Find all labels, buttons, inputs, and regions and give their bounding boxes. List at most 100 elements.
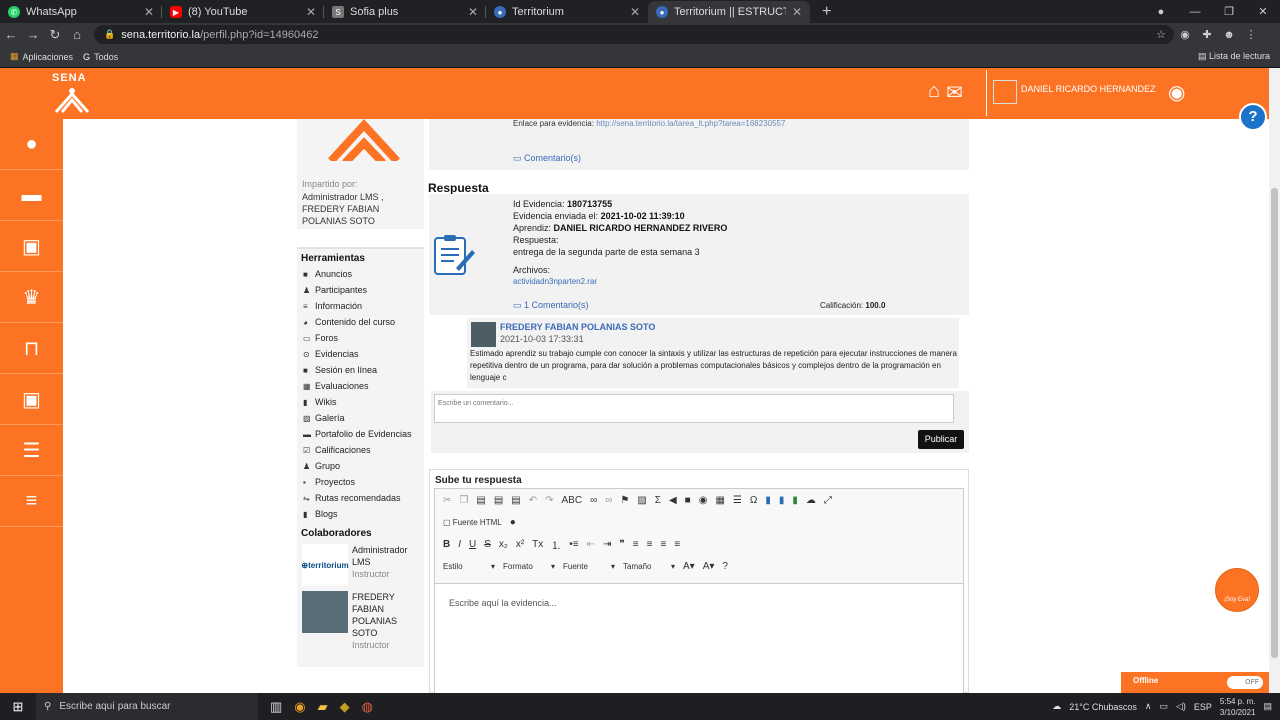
clear-format-icon[interactable]: Tx	[532, 539, 543, 550]
page-scrollbar[interactable]	[1269, 68, 1280, 693]
maximize-icon[interactable]: ⤢	[824, 495, 832, 506]
doc-icon[interactable]: ▮	[765, 495, 771, 506]
close-icon[interactable]: ✕	[630, 5, 640, 19]
tool-wikis[interactable]: ▮ Wikis	[297, 394, 424, 410]
star-icon[interactable]: ☆	[1156, 28, 1166, 41]
link-icon[interactable]: ∞	[590, 495, 597, 506]
quote-icon[interactable]: ❞	[619, 539, 624, 550]
tab-youtube[interactable]: ▶ (8) YouTube ✕	[162, 1, 324, 23]
puzzle-icon[interactable]: ✚	[1196, 28, 1218, 41]
collaborator-item[interactable]: ⊕territorium Administrador LMS Instructor	[301, 544, 424, 586]
help-button[interactable]: ?	[1239, 103, 1267, 131]
chevron-up-icon[interactable]: ∧	[1145, 701, 1152, 712]
unlink-icon[interactable]: ∞	[605, 495, 612, 506]
text-color-icon[interactable]: A▾	[683, 561, 695, 572]
omega-icon[interactable]: Ω	[750, 495, 757, 506]
hr-icon[interactable]: ☰	[733, 495, 742, 506]
collaborator-item[interactable]: FREDERY FABIAN POLANIAS SOTO Instructor	[302, 591, 424, 651]
reading-list[interactable]: ▤ Lista de lectura	[1198, 51, 1270, 62]
comments-link[interactable]: ▭ Comentario(s)	[513, 153, 581, 164]
forward-icon[interactable]: →	[22, 27, 44, 42]
font-dropdown[interactable]: Fuente ▾	[563, 562, 615, 571]
chrome-icon[interactable]: ◉	[294, 699, 305, 715]
tool-informacion[interactable]: ≡ Información	[297, 298, 424, 314]
tool-sesion[interactable]: ■ Sesión en línea	[297, 362, 424, 378]
tab-territorium[interactable]: ● Territorium ✕	[486, 1, 648, 23]
underline-icon[interactable]: U	[469, 539, 476, 550]
sigma-icon[interactable]: Σ	[655, 495, 661, 506]
bookmark-apps[interactable]: ▦ Aplicaciones	[10, 51, 73, 62]
subscript-icon[interactable]: x₂	[499, 539, 508, 550]
sena-logo[interactable]: SENA	[50, 72, 94, 114]
publish-button[interactable]: Publicar	[918, 430, 964, 449]
align-right-icon[interactable]: ≡	[660, 539, 666, 550]
notifications-icon[interactable]: ▤	[1263, 701, 1272, 712]
tool-blogs[interactable]: ▮ Blogs	[297, 506, 424, 522]
tab-sofia-plus[interactable]: S Sofia plus ✕	[324, 1, 486, 23]
superscript-icon[interactable]: x²	[516, 539, 524, 550]
align-center-icon[interactable]: ≡	[647, 539, 653, 550]
image-icon[interactable]: ▨	[637, 495, 646, 506]
bg-color-icon[interactable]: A▾	[703, 561, 715, 572]
tool-rutas[interactable]: ⇋ Rutas recomendadas	[297, 490, 424, 506]
undo-icon[interactable]: ↶	[529, 495, 537, 506]
paste-text-icon[interactable]: ▤	[494, 495, 503, 506]
size-dropdown[interactable]: Tamaño ▾	[623, 562, 675, 571]
comment-author[interactable]: FREDERY FABIAN POLANIAS SOTO	[500, 322, 655, 332]
file-explorer-icon[interactable]: ▰	[318, 699, 328, 715]
url-input[interactable]: 🔒 sena.territorio.la/perfil.php?id=14960…	[94, 25, 1174, 44]
indent-icon[interactable]: ⇥	[603, 539, 611, 550]
restore-icon[interactable]: ❐	[1212, 5, 1246, 18]
taskbar-search[interactable]: ⚲ Escribe aquí para buscar	[36, 693, 258, 720]
avatar-icon[interactable]: ☻	[1218, 29, 1240, 41]
trophy-icon[interactable]: ♛	[0, 272, 63, 323]
list-icon[interactable]: ☰	[0, 425, 63, 476]
style-dropdown[interactable]: Estilo ▾	[443, 562, 495, 571]
tool-evidencias[interactable]: ⊙ Evidencias	[297, 346, 424, 362]
paste-icon[interactable]: ▤	[476, 495, 485, 506]
weather-icon[interactable]: ☁	[1052, 701, 1061, 712]
format-dropdown[interactable]: Formato ▾	[503, 562, 555, 571]
volume-icon[interactable]: ◁)	[1176, 701, 1186, 712]
tool-foros[interactable]: ▭ Foros	[297, 330, 424, 346]
spellcheck-icon[interactable]: ABC	[562, 495, 583, 506]
windows-start-icon[interactable]: ⊞	[0, 699, 36, 715]
tool-participantes[interactable]: ♟ Participantes	[297, 282, 424, 298]
reload-icon[interactable]: ↻	[44, 27, 66, 43]
strike-icon[interactable]: S	[484, 539, 491, 550]
tab-whatsapp[interactable]: ✆ WhatsApp ✕	[0, 1, 162, 23]
user-menu[interactable]: DANIEL RICARDO HERNANDEZ	[986, 70, 1156, 116]
outdent-icon[interactable]: ⇤	[587, 539, 595, 550]
home-icon[interactable]: ⌂	[66, 27, 88, 42]
table-icon[interactable]: ▦	[715, 495, 724, 506]
close-icon[interactable]: ✕	[306, 5, 316, 19]
profile-icon[interactable]: ●	[1144, 6, 1178, 18]
menu-dots-icon[interactable]: ⋮	[1240, 28, 1262, 41]
tool-proyectos[interactable]: ▪ Proyectos	[297, 474, 424, 490]
file-link[interactable]: actividadn3nparten2.rar	[513, 276, 727, 288]
close-icon[interactable]: ✕	[468, 5, 478, 19]
bold-icon[interactable]: B	[443, 539, 450, 550]
cut-icon[interactable]: ✂	[443, 495, 451, 506]
evidence-editor-area[interactable]: Escribe aquí la evidencia...	[435, 583, 963, 699]
tool-evaluaciones[interactable]: ▦ Evaluaciones	[297, 378, 424, 394]
eye-icon[interactable]: ◉	[1168, 80, 1185, 105]
user-icon[interactable]: ●	[0, 119, 63, 170]
app-icon[interactable]: ◆	[340, 699, 350, 715]
new-tab-icon[interactable]: +	[822, 3, 831, 21]
align-left-icon[interactable]: ≡	[633, 539, 639, 550]
minimize-icon[interactable]: —	[1178, 6, 1212, 18]
flash-icon[interactable]: ◉	[699, 495, 708, 506]
offline-toggle[interactable]: OFF	[1227, 676, 1263, 689]
html-source-button[interactable]: ▢ Fuente HTML	[443, 518, 502, 527]
clock[interactable]: 5:54 p. m. 3/10/2021	[1220, 696, 1256, 718]
tool-galeria[interactable]: ▨ Galería	[297, 410, 424, 426]
evidence-link[interactable]: http://sena.territorio.la/tarea_lt.php?t…	[596, 119, 785, 128]
ordered-list-icon[interactable]: ⒈	[551, 537, 561, 552]
italic-icon[interactable]: I	[458, 539, 461, 550]
paste-word-icon[interactable]: ▤	[511, 495, 520, 506]
video-icon[interactable]: ■	[685, 495, 691, 506]
audio-icon[interactable]: ◀	[669, 495, 677, 506]
bullet-list-icon[interactable]: •≡	[569, 539, 578, 550]
justify-icon[interactable]: ≡	[674, 539, 680, 550]
